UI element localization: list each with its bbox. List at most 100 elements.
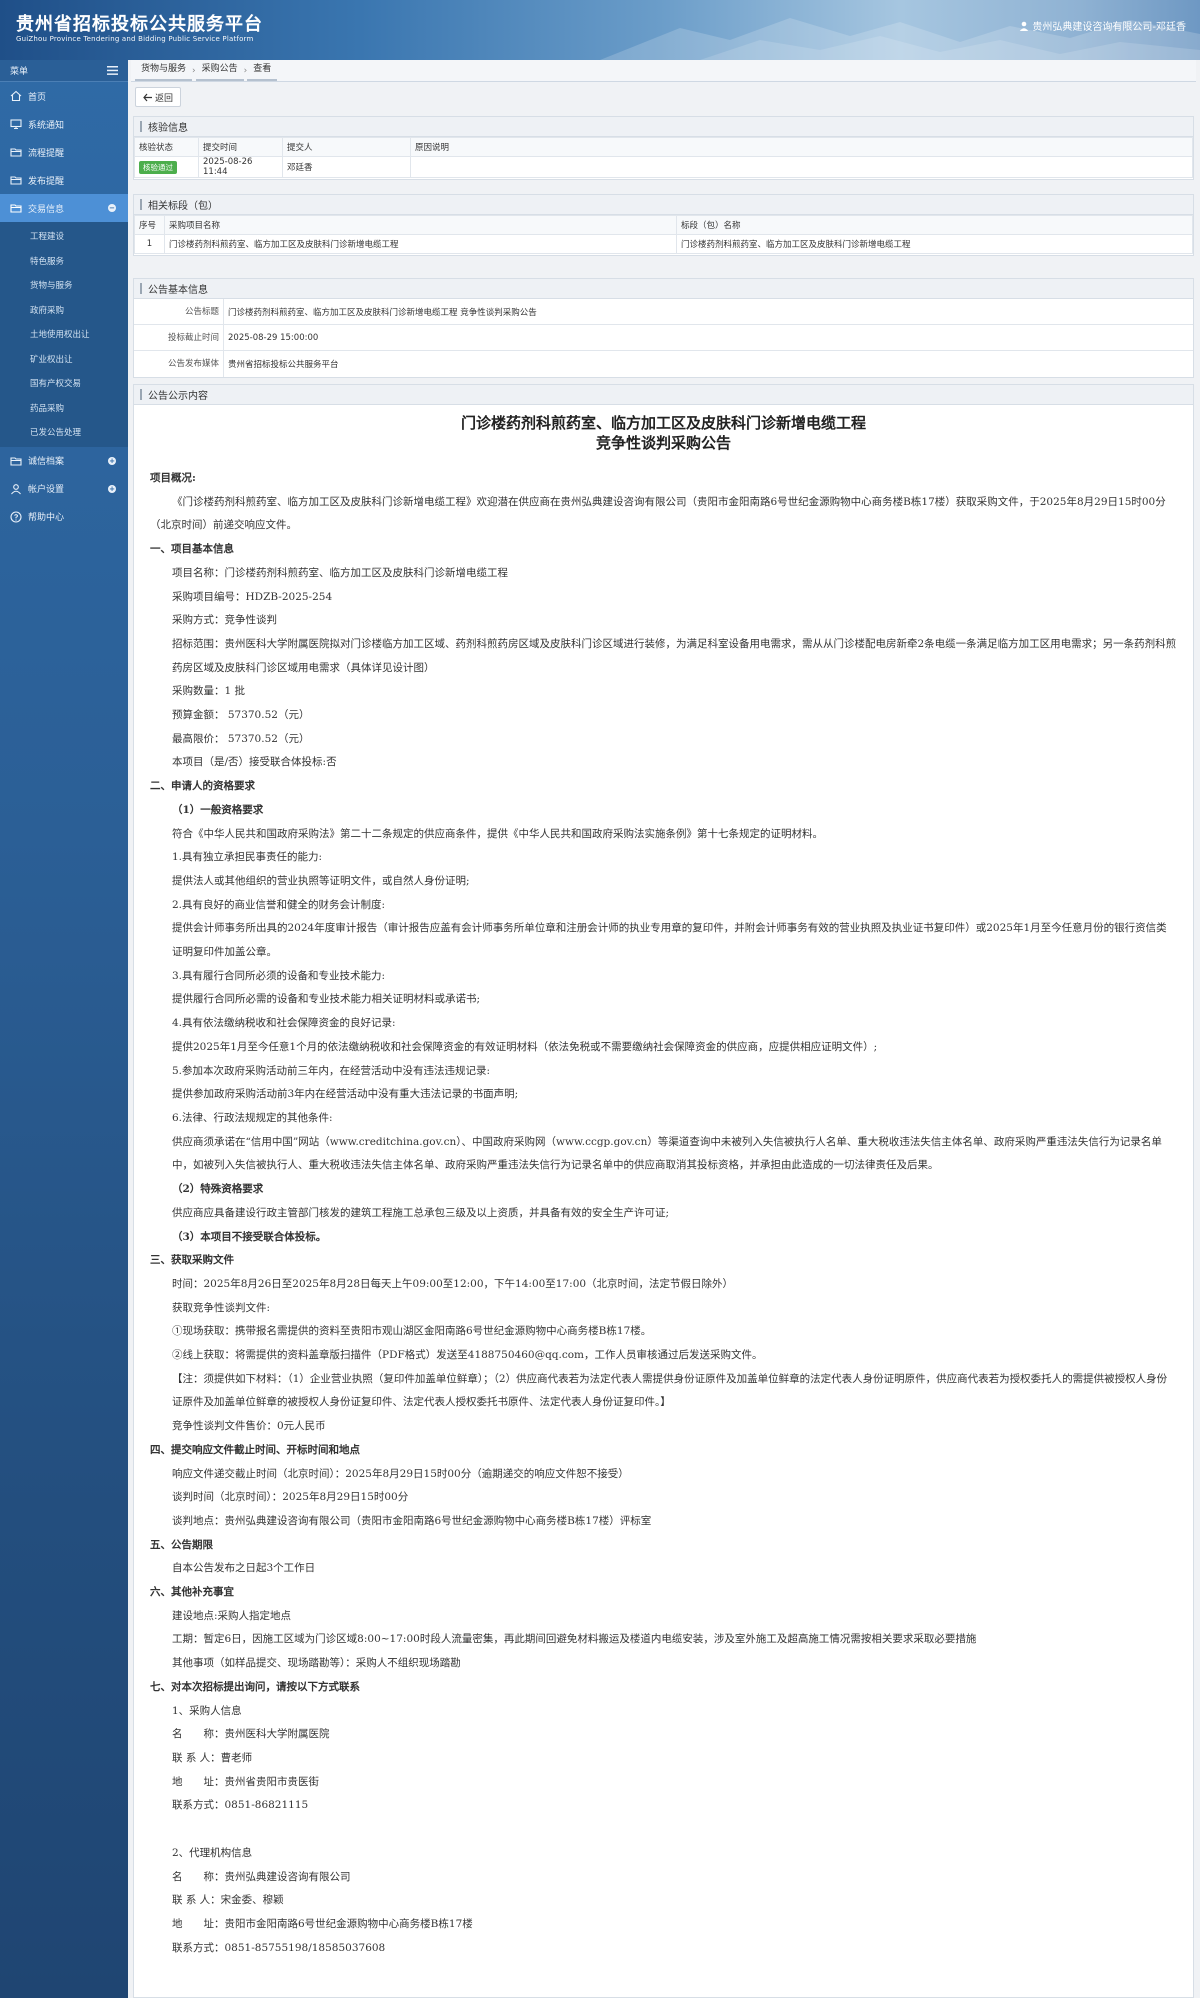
lots-table: 序号 采购项目名称 标段（包）名称 1 门诊楼药剂科煎药室、临方加工区及皮肤科门… — [134, 215, 1193, 254]
paragraph: 采购项目编号：HDZB-2025-254 — [172, 590, 333, 603]
paragraph: 谈判地点：贵州弘典建设咨询有限公司（贵阳市金阳南路6号世纪金源购物中心商务楼B栋… — [172, 1514, 652, 1527]
reason — [410, 156, 1193, 178]
sidebar-item-label: 流程提醒 — [28, 148, 65, 159]
info-label: 公告标题 — [134, 298, 224, 325]
content-panel: 公告公示内容 门诊楼药剂科煎药室、临方加工区及皮肤科门诊新增电缆工程 竞争性谈判… — [133, 384, 1194, 1998]
table-row: 1 门诊楼药剂科煎药室、临方加工区及皮肤科门诊新增电缆工程 门诊楼药剂科煎药室、… — [134, 234, 1193, 254]
collapse-icon[interactable]: − — [108, 204, 116, 212]
paragraph: 响应文件递交截止时间（北京时间）：2025年8月29日15时00分（逾期递交的响… — [172, 1467, 629, 1480]
sidebar-item-credit-archive[interactable]: 诚信档案 + — [0, 447, 128, 475]
info-row: 公告标题 门诊楼药剂科煎药室、临方加工区及皮肤科门诊新增电缆工程 竞争性谈判采购… — [134, 298, 1193, 325]
paragraph: 4.具有依法缴纳税收和社会保障资金的良好记录: — [172, 1017, 396, 1030]
paragraph: 谈判时间（北京时间）：2025年8月29日15时00分 — [172, 1491, 409, 1504]
paragraph: 3.具有履行合同所必须的设备和专业技术能力: — [172, 969, 386, 982]
paragraph: 预算金额： 57370.52（元） — [172, 709, 310, 722]
section-heading: 一、项目基本信息 — [150, 543, 234, 556]
announcement-document: 门诊楼药剂科煎药室、临方加工区及皮肤科门诊新增电缆工程 竞争性谈判采购公告 项目… — [134, 405, 1193, 1971]
user-icon — [11, 483, 21, 494]
folder-icon — [10, 176, 22, 185]
sidebar-item-home[interactable]: 首页 — [0, 82, 128, 110]
expand-icon[interactable]: + — [108, 484, 116, 493]
paragraph: 招标范围：贵州医科大学附属医院拟对门诊楼临方加工区域、药剂科煎药房区域及皮肤科门… — [172, 637, 1177, 674]
panel-title: 公告公示内容 — [134, 385, 1193, 405]
monitor-icon — [10, 119, 22, 130]
table-header-row: 序号 采购项目名称 标段（包）名称 — [134, 215, 1193, 235]
paragraph: 项目名称：门诊楼药剂科煎药室、临方加工区及皮肤科门诊新增电缆工程 — [172, 566, 508, 579]
review-table: 核验状态 提交时间 提交人 原因说明 核验通过 2025-08-26 11:44… — [134, 137, 1193, 178]
sidebar-item-process-reminders[interactable]: 流程提醒 — [0, 138, 128, 166]
app-header: 贵州省招标投标公共服务平台 GuiZhou Province Tendering… — [0, 0, 1200, 60]
section-heading: 五、公告期限 — [150, 1538, 213, 1551]
sidebar-subitem-drug-procurement[interactable]: 药品采购 — [0, 396, 128, 421]
section-heading: 七、对本次招标提出询问，请按以下方式联系 — [150, 1680, 360, 1693]
column-header: 提交人 — [282, 137, 411, 157]
sidebar-item-label: 首页 — [28, 92, 47, 103]
sidebar-subitem-land-use[interactable]: 土地使用权出让 — [0, 322, 128, 347]
status-cell: 核验通过 — [134, 156, 199, 178]
breadcrumb-item[interactable]: 货物与服务 — [135, 60, 193, 81]
folder-icon — [10, 456, 22, 466]
lots-panel: 相关标段（包） 序号 采购项目名称 标段（包）名称 1 门诊楼药剂科煎药室、临方… — [133, 194, 1194, 256]
paragraph: 提供会计师事务所出具的2024年度审计报告（审计报告应盖有会计师事务所单位章和注… — [172, 922, 1167, 959]
paragraph: 2.具有良好的商业信誉和健全的财务会计制度: — [172, 898, 386, 911]
sidebar-item-help-center[interactable]: 帮助中心 — [0, 503, 128, 531]
deadline-value: 2025-08-29 15:00:00 — [228, 332, 319, 343]
paragraph: 工期：暂定6日，因施工区域为门诊区域8:00~17:00时段人流量密集，再此期间… — [172, 1633, 977, 1646]
paragraph: 1、采购人信息 — [172, 1704, 242, 1717]
paragraph: 本项目（是/否）接受联合体投标:否 — [172, 756, 337, 769]
help-icon — [10, 510, 22, 523]
sidebar-subitem-special-services[interactable]: 特色服务 — [0, 249, 128, 274]
folder-icon — [10, 204, 22, 213]
sidebar-subitem-mining-rights[interactable]: 矿业权出让 — [0, 347, 128, 372]
info-label: 投标截止时间 — [134, 324, 224, 351]
user-menu[interactable]: 贵州弘典建设咨询有限公司-邓廷香 — [1019, 18, 1186, 33]
paragraph: 提供履行合同所必需的设备和专业技术能力相关证明材料或承诺书; — [172, 993, 481, 1006]
column-header: 核验状态 — [134, 137, 199, 157]
sidebar-subitem-published-notices[interactable]: 已发公告处理 — [0, 420, 128, 445]
section-heading: 三、获取采购文件 — [150, 1254, 234, 1267]
column-header: 标段（包）名称 — [676, 215, 1193, 235]
panel-title: 相关标段（包） — [134, 195, 1193, 215]
platform-title: 贵州省招标投标公共服务平台 — [16, 14, 263, 35]
sidebar-header: 菜单 — [0, 60, 128, 82]
paragraph: 名 称：贵州弘典建设咨询有限公司 — [172, 1870, 351, 1883]
document-body: 项目概况: 《门诊楼药剂科煎药室、临方加工区及皮肤科门诊新增电缆工程》欢迎潜在供应… — [150, 467, 1177, 1961]
user-name: 贵州弘典建设咨询有限公司-邓廷香 — [1032, 22, 1186, 33]
breadcrumb-item[interactable]: 采购公告 — [195, 60, 244, 81]
hamburger-icon[interactable] — [107, 66, 118, 75]
sidebar-item-trade-info[interactable]: 交易信息 − — [0, 194, 128, 222]
paragraph: 5.参加本次政府采购活动前三年内，在经营活动中没有违法违规记录: — [172, 1064, 491, 1077]
info-label: 公告发布媒体 — [134, 351, 224, 377]
column-header: 原因说明 — [410, 137, 1193, 157]
paragraph: 采购数量：1 批 — [172, 685, 246, 698]
sidebar-item-account-settings[interactable]: 帐户设置 + — [0, 475, 128, 503]
sidebar-item-label: 交易信息 — [28, 204, 65, 215]
sidebar-subitem-goods-services[interactable]: 货物与服务 — [0, 273, 128, 298]
column-header: 提交时间 — [198, 137, 283, 157]
paragraph: 建设地点:采购人指定地点 — [172, 1609, 292, 1622]
info-row: 公告发布媒体 贵州省招标投标公共服务平台 — [134, 351, 1193, 377]
paragraph: 1.具有独立承担民事责任的能力: — [172, 851, 323, 864]
paragraph: 提供2025年1月至今任意1个月的依法缴纳税收和社会保障资金的有效证明材料（依法… — [172, 1040, 878, 1053]
paragraph: 联系方式：0851-85755198/18585037608 — [172, 1941, 386, 1954]
submitter: 邓廷香 — [282, 156, 411, 178]
sidebar-item-notices[interactable]: 系统通知 — [0, 110, 128, 138]
sidebar-subitem-construction[interactable]: 工程建设 — [0, 224, 128, 249]
project-name: 门诊楼药剂科煎药室、临方加工区及皮肤科门诊新增电缆工程 — [164, 234, 677, 254]
row-number: 1 — [134, 234, 165, 254]
table-row: 核验通过 2025-08-26 11:44 邓廷香 — [134, 156, 1193, 178]
sidebar-item-label: 系统通知 — [28, 120, 65, 131]
expand-icon[interactable]: + — [108, 456, 116, 465]
sidebar-subitem-state-property[interactable]: 国有产权交易 — [0, 371, 128, 396]
paragraph: 最高限价： 57370.52（元） — [172, 732, 310, 745]
table-header-row: 核验状态 提交时间 提交人 原因说明 — [134, 137, 1193, 157]
section-heading: 项目概况: — [150, 472, 196, 484]
paragraph: 符合《中华人民共和国政府采购法》第二十二条规定的供应商条件，提供《中华人民共和国… — [172, 827, 823, 840]
paragraph: 联系方式：0851-86821115 — [172, 1799, 309, 1812]
section-heading: 二、申请人的资格要求 — [150, 780, 255, 793]
back-button[interactable]: 返回 — [135, 87, 182, 107]
sidebar-subitem-gov-procurement[interactable]: 政府采购 — [0, 298, 128, 323]
sidebar-item-publish-reminders[interactable]: 发布提醒 — [0, 166, 128, 194]
